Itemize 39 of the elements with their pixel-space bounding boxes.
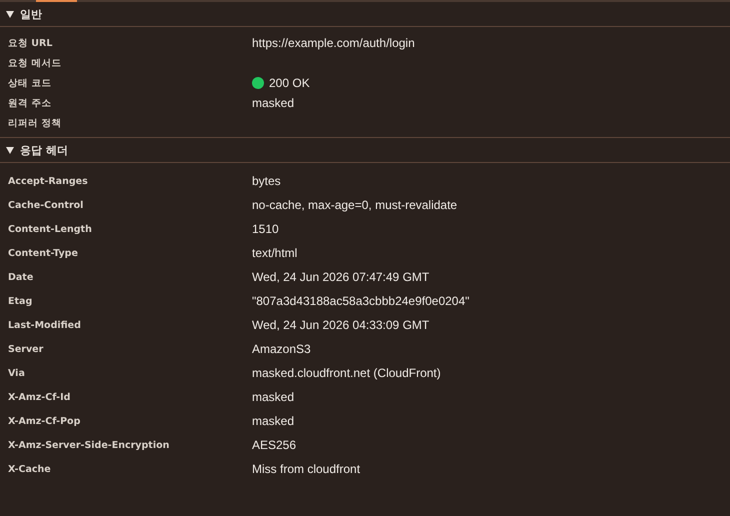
- header-name: X-Amz-Cf-Id: [7, 392, 72, 402]
- section-title: 응답 헤더: [20, 142, 68, 158]
- header-value: Miss from cloudfront: [252, 462, 360, 476]
- header-name: 리퍼러 정책: [7, 116, 62, 130]
- disclosure-triangle-icon[interactable]: [6, 146, 14, 154]
- header-name: Content-Length: [7, 224, 93, 234]
- header-name: 원격 주소: [7, 96, 52, 110]
- header-name: X-Amz-Server-Side-Encryption: [7, 440, 170, 450]
- header-value: no-cache, max-age=0, must-revalidate: [252, 198, 458, 212]
- header-name: Etag: [7, 296, 34, 306]
- header-name: Via: [7, 368, 26, 378]
- header-name: 요청 URL: [7, 36, 54, 50]
- header-value: masked.cloudfront.net (CloudFront): [252, 366, 441, 380]
- header-value: AES256: [252, 438, 296, 452]
- active-tab-indicator: [36, 0, 77, 2]
- header-value: "807a3d43188ac58a3cbbb24e9f0e0204": [252, 294, 470, 308]
- header-name: Content-Type: [7, 248, 79, 258]
- section-title: 일반: [20, 6, 42, 22]
- header-value: AmazonS3: [252, 342, 311, 356]
- header-name: 상태 코드: [7, 76, 52, 90]
- header-value: text/html: [252, 246, 298, 260]
- disclosure-triangle-icon[interactable]: [6, 10, 14, 18]
- header-name: Server: [7, 344, 44, 354]
- header-name: Last-Modified: [7, 320, 82, 330]
- header-value: masked: [252, 96, 294, 110]
- header-name: 요청 메서드: [7, 56, 62, 70]
- header-name: X-Cache: [7, 464, 52, 474]
- header-value: Wed, 24 Jun 2026 07:47:49 GMT: [252, 270, 430, 284]
- header-value: Wed, 24 Jun 2026 04:33:09 GMT: [252, 318, 430, 332]
- header-value: 200 OK: [269, 76, 310, 90]
- header-value: 1510: [252, 222, 279, 236]
- header-name: Accept-Ranges: [7, 176, 89, 186]
- header-name: X-Amz-Cf-Pop: [7, 416, 82, 426]
- header-value: masked: [252, 414, 294, 428]
- header-value: masked: [252, 390, 294, 404]
- header-value: https://example.com/auth/login: [252, 36, 415, 50]
- header-value: bytes: [252, 174, 281, 188]
- header-name: Cache-Control: [7, 200, 84, 210]
- header-name: Date: [7, 272, 34, 282]
